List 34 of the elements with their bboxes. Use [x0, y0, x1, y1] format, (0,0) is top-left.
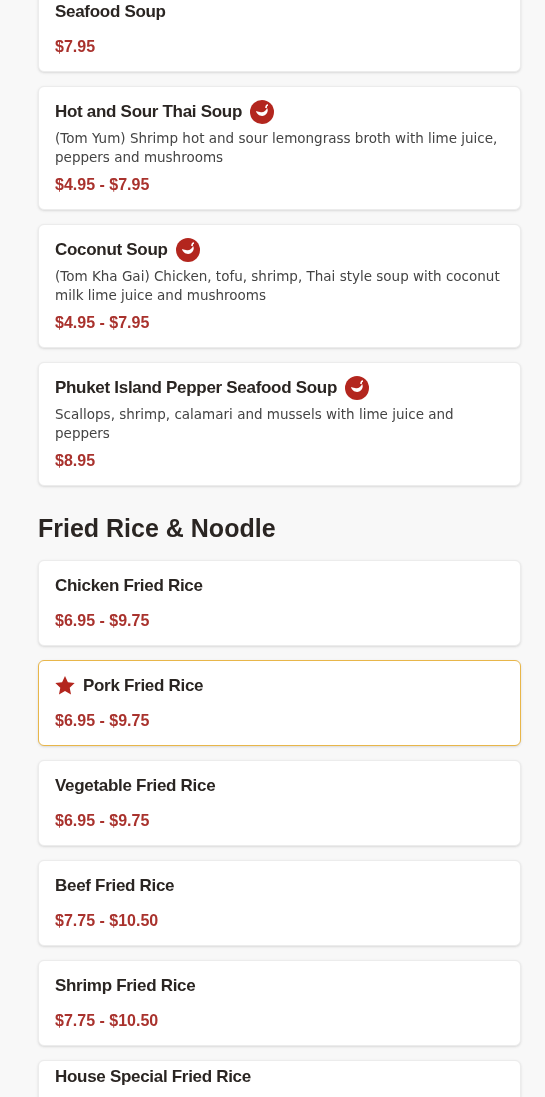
menu-item-card[interactable]: Coconut Soup (Tom Kha Gai) Chicken, tofu, shrimp, Thai style soup with coconut milk lime juice and mushrooms $4.95 - $7.95: [38, 224, 521, 348]
item-price: $7.95: [55, 37, 97, 57]
menu-item-card[interactable]: Chicken Fried Rice $6.95 - $9.75: [38, 559, 521, 646]
star-icon: [55, 676, 75, 695]
menu-item-card[interactable]: Seafood Soup $7.95: [38, 0, 521, 72]
item-name: Phuket Island Pepper Seafood Soup: [55, 377, 337, 400]
item-price: $7.75 - $10.50: [55, 1010, 160, 1031]
item-name: Beef Fried Rice: [55, 874, 175, 897]
menu-item-card[interactable]: Pork Fried Rice $6.95 - $9.75: [38, 659, 521, 746]
item-price: $7.75 - $10.50: [55, 910, 160, 931]
item-name: Shrimp Fried Rice: [55, 974, 196, 997]
menu-item-card[interactable]: Beef Fried Rice $7.75 - $10.50: [38, 859, 521, 946]
item-price: $6.95 - $9.75: [55, 810, 151, 831]
item-price: $8.95: [55, 451, 97, 471]
menu-item-card[interactable]: Vegetable Fried Rice $6.95 - $9.75: [38, 759, 521, 846]
section-heading: Fried Rice & Noodle: [38, 513, 277, 544]
item-name: Hot and Sour Thai Soup: [55, 101, 242, 124]
item-name: Pork Fried Rice: [83, 674, 204, 697]
item-name: Coconut Soup: [55, 239, 168, 262]
item-price: $6.95 - $9.75: [55, 610, 151, 631]
item-description: Scallops, shrimp, calamari and mussels with lime juice and peppers: [55, 405, 455, 443]
menu-item-card[interactable]: Phuket Island Pepper Seafood Soup Scallops, shrimp, calamari and mussels with lime juice and peppers $8.95: [38, 362, 521, 486]
item-name: Chicken Fried Rice: [55, 574, 203, 597]
menu-item-card[interactable]: Hot and Sour Thai Soup (Tom Yum) Shrimp hot and sour lemongrass broth with lime juice, peppers and mushrooms $4.95 - $7.95: [38, 86, 521, 210]
item-name: Seafood Soup: [55, 1, 166, 24]
item-description: (Tom Yum) Shrimp hot and sour lemongrass broth with lime juice, peppers and mushrooms: [55, 129, 499, 167]
item-price: $4.95 - $7.95: [55, 313, 151, 333]
item-description: (Tom Kha Gai) Chicken, tofu, shrimp, Thai style soup with coconut milk lime juice and mushrooms: [55, 267, 501, 305]
menu-item-card[interactable]: Shrimp Fried Rice $7.75 - $10.50: [38, 959, 521, 1046]
item-price: $4.95 - $7.95: [55, 175, 151, 195]
item-name: House Special Fried Rice: [55, 1065, 251, 1088]
item-price: $6.95 - $9.75: [55, 710, 151, 731]
item-name: Vegetable Fried Rice: [55, 774, 216, 797]
menu-item-card[interactable]: House Special Fried Rice: [38, 1059, 521, 1097]
